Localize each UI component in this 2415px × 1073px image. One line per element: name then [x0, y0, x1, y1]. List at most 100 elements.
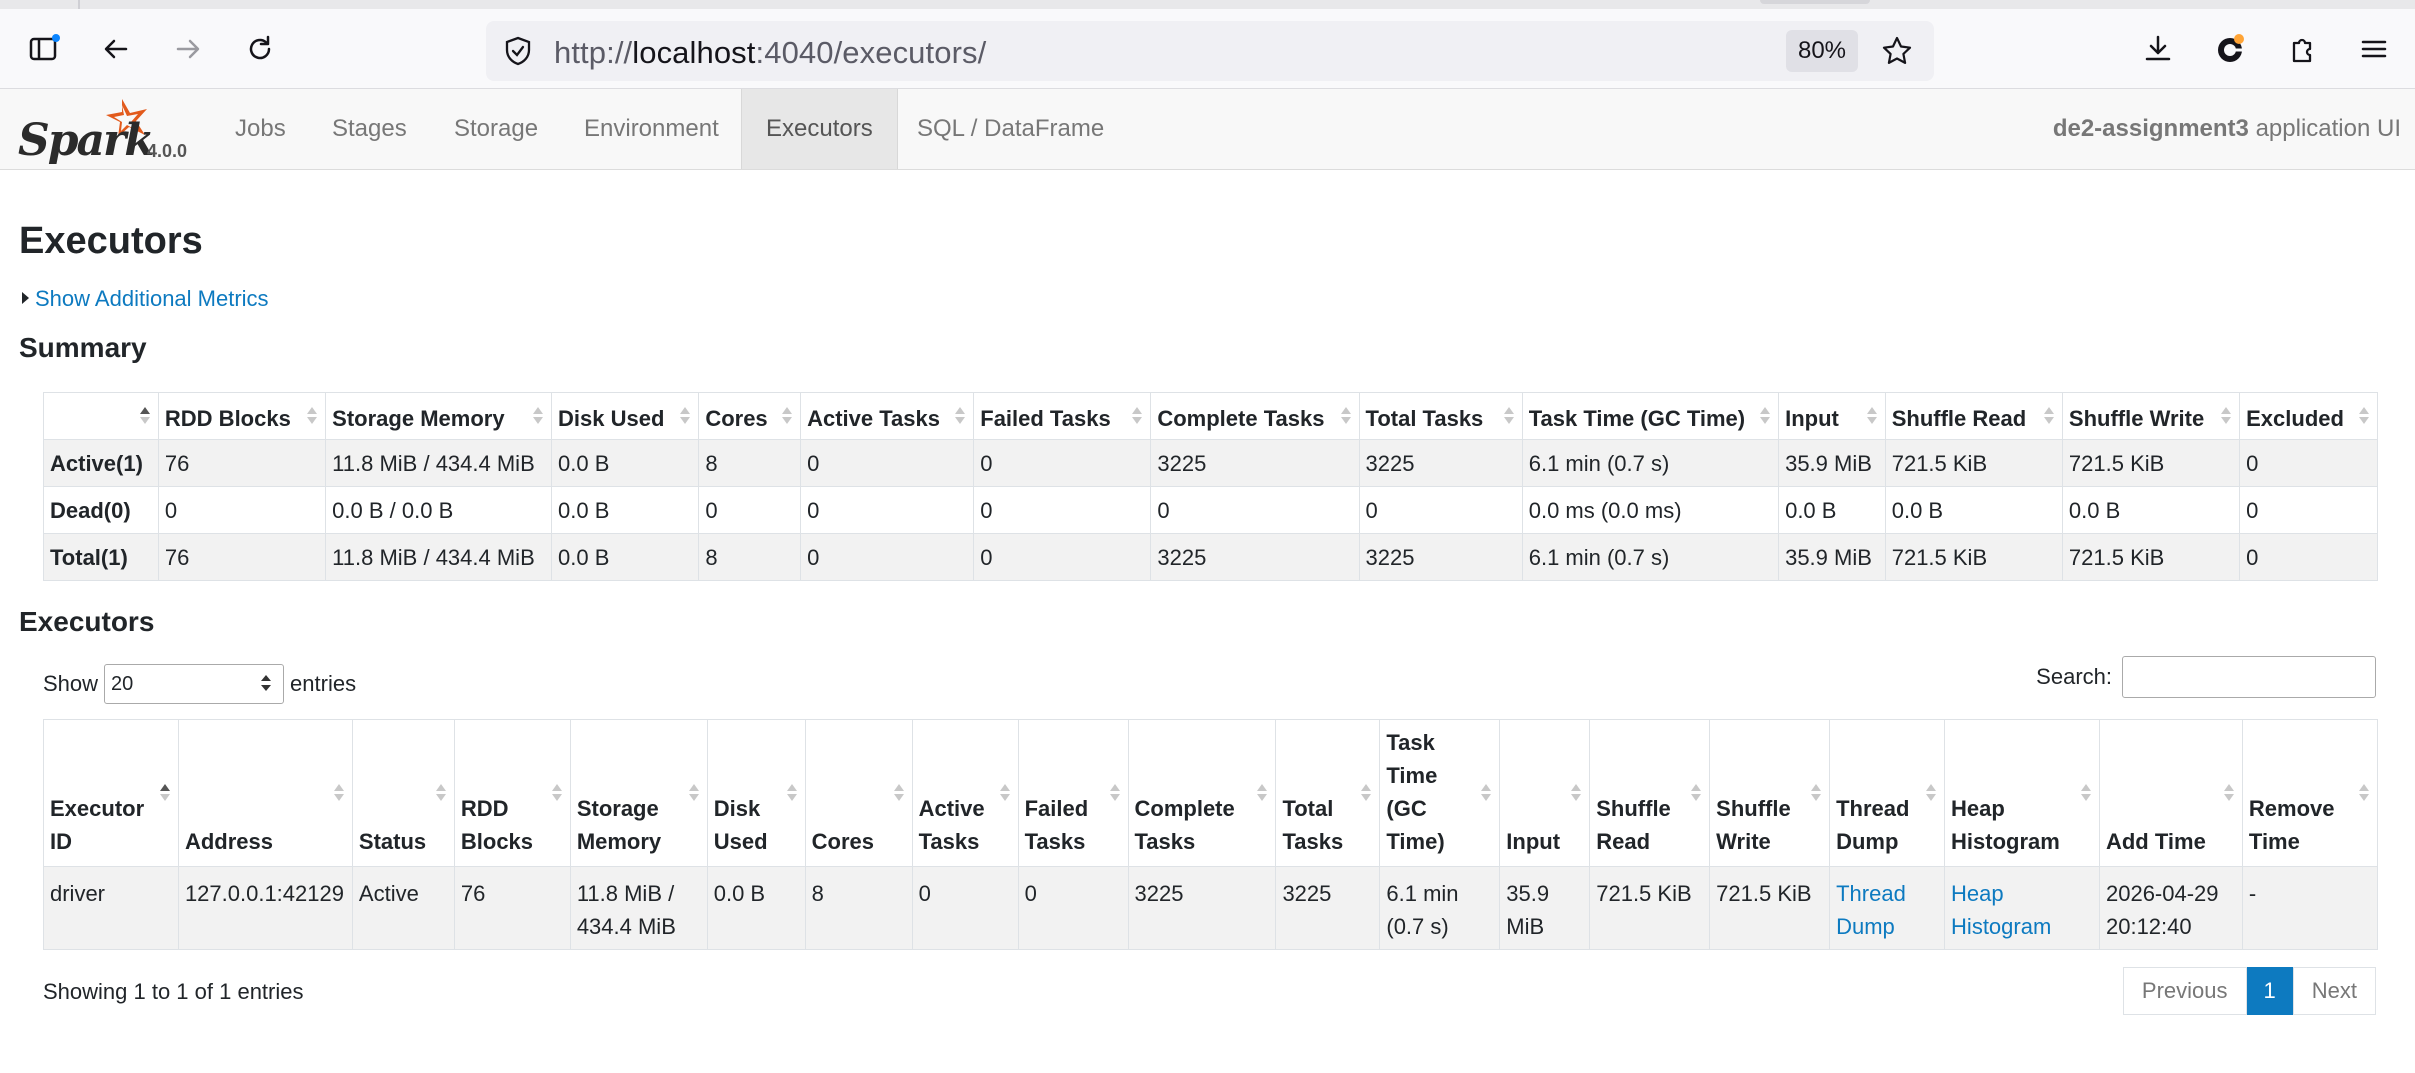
- executors-header-14[interactable]: Shuffle Write: [1709, 719, 1831, 867]
- executors-header-0[interactable]: Executor ID: [43, 719, 179, 867]
- summary-table: RDD Blocks Storage Memory Disk Used Cores Ac…: [43, 392, 2378, 581]
- spark-logo[interactable]: Spark 4.0.0: [16, 93, 191, 166]
- executors-header-label: Add Time: [2105, 829, 2206, 854]
- summary-header-4[interactable]: Cores: [698, 392, 802, 440]
- thread-dump-link[interactable]: Thread Dump: [1836, 881, 1906, 939]
- summary-header-10[interactable]: Input: [1778, 392, 1886, 440]
- nav-tab-sql[interactable]: SQL / DataFrame: [893, 89, 1128, 169]
- summary-cell: 3225: [1150, 439, 1360, 487]
- cell-value: driver: [50, 881, 106, 906]
- executors-header-11[interactable]: Task Time (GC Time): [1379, 719, 1501, 867]
- summary-header-13[interactable]: Excluded: [2239, 392, 2378, 440]
- executors-header-6[interactable]: Cores: [804, 719, 913, 867]
- summary-header-7[interactable]: Complete Tasks: [1150, 392, 1360, 440]
- executors-header-1[interactable]: Address: [177, 719, 353, 867]
- executors-header-label: Complete: [1134, 796, 1235, 821]
- executors-header-4[interactable]: Storage Memory: [569, 719, 708, 867]
- executors-header-17[interactable]: Add Time: [2098, 719, 2243, 867]
- summary-header-0[interactable]: [43, 392, 159, 440]
- page-1-button[interactable]: 1: [2246, 967, 2293, 1015]
- summary-header-label: Shuffle Write: [2068, 406, 2205, 431]
- sort-icon: [782, 407, 793, 425]
- executors-header-label: Heap: [1951, 796, 2005, 821]
- summary-header-3[interactable]: Disk Used: [551, 392, 700, 440]
- sort-icon: [1760, 407, 1771, 425]
- show-additional-metrics-link[interactable]: Show Additional Metrics: [22, 286, 269, 312]
- entries-label: entries: [290, 671, 357, 696]
- zoom-badge[interactable]: 80%: [1786, 30, 1858, 72]
- summary-header-2[interactable]: Storage Memory: [325, 392, 553, 440]
- nav-tab-environment[interactable]: Environment: [560, 89, 743, 169]
- executor-row: driver 127.0.0.1:42129 Active 76 11.8 MiB / 4…: [43, 866, 2379, 950]
- heap-histogram-link[interactable]: Heap Histogram: [1951, 881, 2051, 939]
- executors-header-label: Total: [1282, 796, 1334, 821]
- executors-header-label: Address: [184, 829, 273, 854]
- sidebar-toggle-icon[interactable]: [24, 29, 64, 69]
- summary-cell: 0: [2239, 533, 2378, 581]
- back-icon[interactable]: [96, 29, 136, 69]
- search-input[interactable]: [2122, 656, 2376, 698]
- url-bar[interactable]: http://localhost:4040/executors/ 80%: [486, 21, 1934, 81]
- page-size-select[interactable]: 20: [104, 664, 285, 704]
- cell-value: 8: [811, 881, 824, 906]
- cell-address: 127.0.0.1:42129: [177, 866, 353, 950]
- executors-header-5[interactable]: Disk Used: [706, 719, 806, 867]
- summary-row: Dead(0) 0 0.0 B / 0.0 B 0.0 B 0 0 0 0 0 0.0 ms (0…: [43, 486, 2378, 534]
- next-button[interactable]: Next: [2292, 967, 2376, 1015]
- browser-tab-strip: [0, 0, 2415, 9]
- cell-rdd-blocks: 76: [453, 866, 571, 950]
- account-icon[interactable]: [2210, 29, 2250, 69]
- url-text[interactable]: http://localhost:4040/executors/: [554, 35, 986, 71]
- pagination: Previous 1 Next: [2122, 967, 2376, 1015]
- nav-tab-jobs[interactable]: Jobs: [211, 89, 310, 169]
- executors-header-2[interactable]: Status: [351, 719, 455, 867]
- summary-header-label: Disk Used: [558, 406, 665, 431]
- summary-header-11[interactable]: Shuffle Read: [1884, 392, 2063, 440]
- sort-icon: [1691, 784, 1702, 802]
- summary-header-8[interactable]: Total Tasks: [1358, 392, 1523, 440]
- cell-input: 35.9 MiB: [1499, 866, 1591, 950]
- executors-header-9[interactable]: Complete Tasks: [1127, 719, 1277, 867]
- executors-header-16[interactable]: Heap Histogram: [1944, 719, 2100, 867]
- summary-cell: 0: [973, 439, 1152, 487]
- sort-icon: [1866, 407, 1877, 425]
- executors-header-3[interactable]: RDD Blocks: [453, 719, 571, 867]
- downloads-icon[interactable]: [2138, 29, 2178, 69]
- executors-header-label: Input: [1506, 829, 1561, 854]
- executors-header-12[interactable]: Input: [1499, 719, 1591, 867]
- cell-value: 3225: [1282, 881, 1332, 906]
- summary-cell: 76: [157, 439, 327, 487]
- summary-header-6[interactable]: Failed Tasks: [973, 392, 1152, 440]
- summary-header-12[interactable]: Shuffle Write: [2061, 392, 2241, 440]
- reload-icon[interactable]: [240, 29, 280, 69]
- executors-header-10[interactable]: Total Tasks: [1275, 719, 1381, 867]
- menu-icon[interactable]: [2354, 29, 2394, 69]
- executors-header-15[interactable]: Thread Dump: [1829, 719, 1946, 867]
- shield-icon[interactable]: [502, 35, 534, 67]
- summary-header-5[interactable]: Active Tasks: [800, 392, 975, 440]
- executors-header-label: Tasks: [1282, 829, 1344, 854]
- summary-header-9[interactable]: Task Time (GC Time): [1521, 392, 1780, 440]
- page-title: Executors: [19, 220, 203, 262]
- nav-tab-storage[interactable]: Storage: [430, 89, 562, 169]
- cell-line: (0.7 s): [1386, 914, 1449, 939]
- executors-header-7[interactable]: Active Tasks: [911, 719, 1019, 867]
- sort-icon: [680, 407, 691, 425]
- summary-cell: 0: [157, 486, 327, 534]
- executors-header-18[interactable]: Remove Time: [2241, 719, 2379, 867]
- additional-metrics-label: Show Additional Metrics: [35, 286, 269, 311]
- executors-header-8[interactable]: Failed Tasks: [1017, 719, 1129, 867]
- summary-header-label: Total Tasks: [1365, 406, 1484, 431]
- bookmark-star-icon[interactable]: [1881, 35, 1913, 67]
- summary-cell: 0: [1150, 486, 1360, 534]
- nav-tab-stages[interactable]: Stages: [308, 89, 431, 169]
- extensions-icon[interactable]: [2282, 29, 2322, 69]
- spark-wordmark: Spark: [18, 115, 155, 166]
- forward-icon[interactable]: [168, 29, 208, 69]
- sort-icon: [893, 784, 904, 802]
- summary-header-1[interactable]: RDD Blocks: [157, 392, 327, 440]
- cell-complete-tasks: 3225: [1127, 866, 1277, 950]
- executors-header-13[interactable]: Shuffle Read: [1589, 719, 1711, 867]
- previous-button[interactable]: Previous: [2122, 967, 2247, 1015]
- nav-tab-executors[interactable]: Executors: [741, 89, 898, 169]
